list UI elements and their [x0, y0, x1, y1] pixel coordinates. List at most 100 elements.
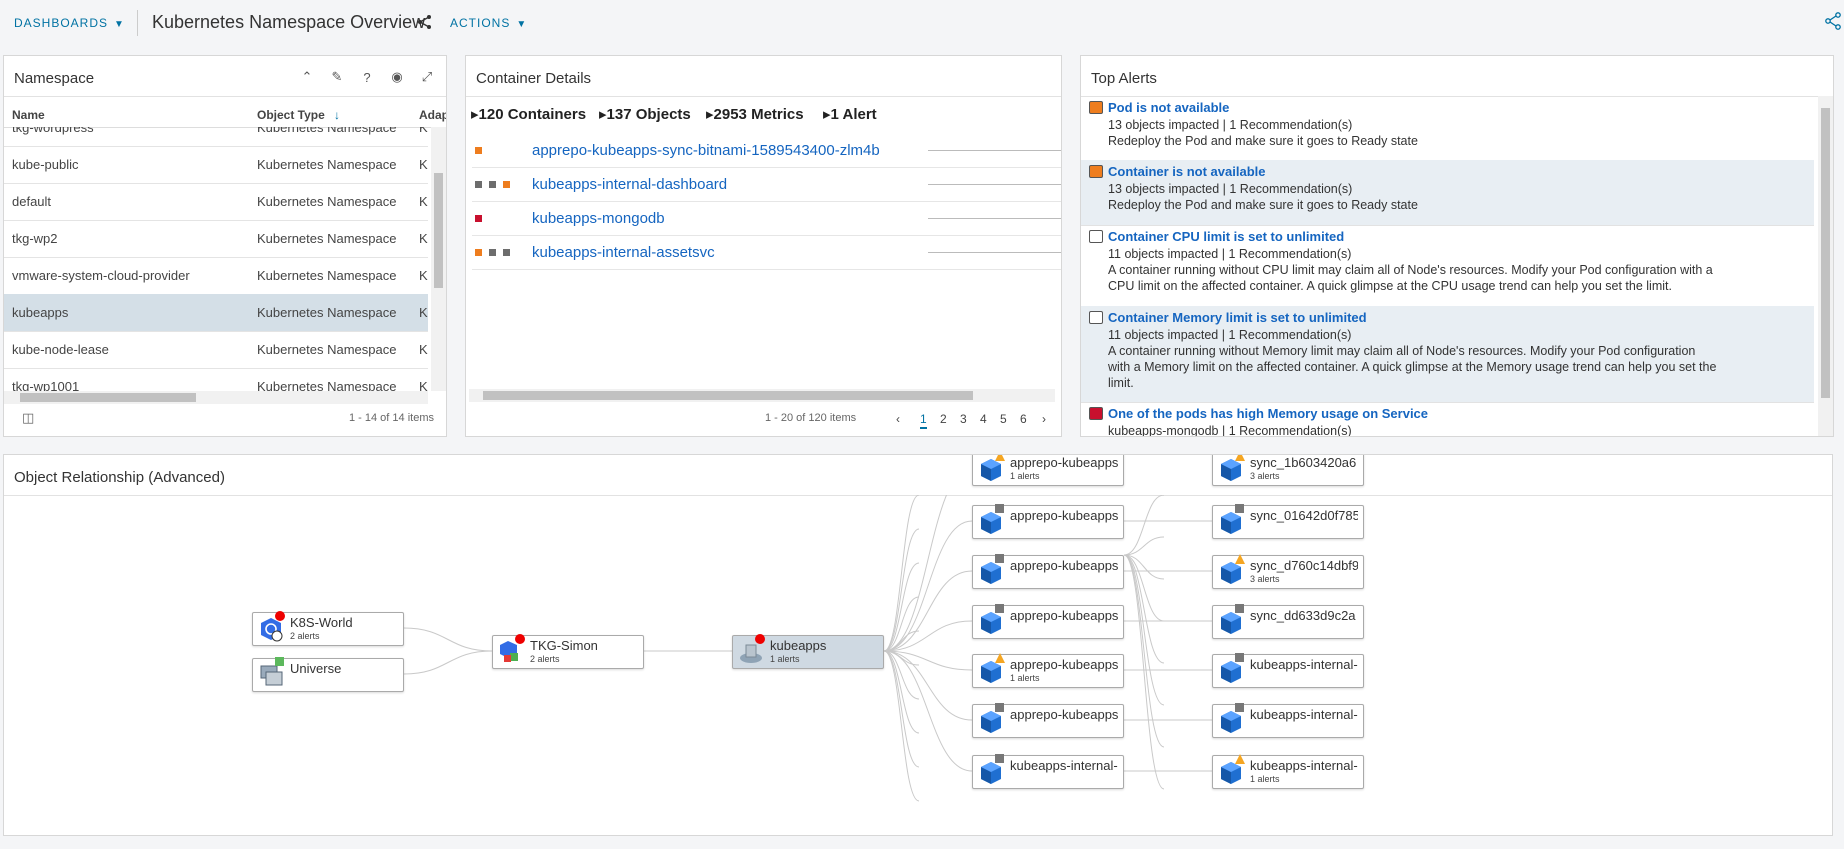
scrollbar-thumb[interactable] [1821, 108, 1830, 398]
container-name-link[interactable]: apprepo-kubeapps-sync-bitnami-1589543400… [532, 142, 880, 159]
maximize-icon[interactable]: ⤢ [416, 66, 438, 88]
graph-node[interactable]: kubeapps-internal- [1212, 653, 1364, 688]
alert-item[interactable]: Container is not available 13 objects imp… [1081, 160, 1814, 226]
node-name: sync_dd633d9c2a [1250, 608, 1356, 623]
prev-page-icon[interactable]: ‹ [896, 412, 900, 426]
container-row[interactable]: kubeapps-internal-dashboard [472, 168, 1061, 202]
table-row[interactable]: default Kubernetes Namespace K [4, 183, 428, 221]
alert-item[interactable]: Pod is not available 13 objects impacted … [1081, 96, 1814, 161]
alert-item[interactable]: One of the pods has high Memory usage on… [1081, 402, 1814, 436]
vertical-scrollbar[interactable] [1818, 96, 1833, 436]
row-object-type: Kubernetes Namespace [257, 342, 397, 357]
graph-node[interactable]: kubeapps-internal- 1 alerts [1212, 754, 1364, 789]
vertical-scrollbar[interactable] [431, 127, 446, 391]
page-1[interactable]: 1 [920, 412, 927, 429]
graph-node[interactable]: kubeapps-internal- [1212, 703, 1364, 738]
sparkline [928, 252, 1061, 253]
graph-node[interactable]: kubeapps 1 alerts [732, 634, 884, 669]
share-icon[interactable] [417, 14, 433, 30]
table-row[interactable]: tkg-wp2 Kubernetes Namespace K [4, 220, 428, 258]
graph-node[interactable]: Universe [252, 657, 404, 692]
edit-icon[interactable]: ✎ [326, 66, 348, 88]
table-row[interactable]: kubeapps Kubernetes Namespace K [4, 294, 428, 332]
status-square-icon [489, 249, 496, 256]
container-name-link[interactable]: kubeapps-mongodb [532, 210, 665, 227]
edge-line [883, 495, 920, 652]
eye-icon[interactable]: ◉ [386, 66, 408, 88]
chevron-down-icon: ▼ [114, 19, 125, 30]
container-row[interactable]: kubeapps-mongodb [472, 202, 1061, 236]
column-header-name[interactable]: Name [12, 108, 45, 122]
next-page-icon[interactable]: › [1042, 412, 1046, 426]
table-row[interactable]: vmware-system-cloud-provider Kubernetes N… [4, 257, 428, 295]
column-header-adapter[interactable]: Adap [419, 108, 446, 122]
scrollbar-thumb[interactable] [434, 173, 443, 288]
top-alerts-panel: Top Alerts Pod is not available 13 object… [1080, 55, 1834, 437]
page-3[interactable]: 3 [960, 412, 967, 426]
page-6[interactable]: 6 [1020, 412, 1027, 426]
table-row[interactable]: kube-node-lease Kubernetes Namespace K [4, 331, 428, 369]
graph-node[interactable]: sync_01642d0f785 [1212, 504, 1364, 539]
collapse-icon[interactable]: ⌃ [296, 66, 318, 88]
graph-node[interactable]: sync_1b603420a6 3 alerts [1212, 455, 1364, 486]
container-name-link[interactable]: kubeapps-internal-assetsvc [532, 244, 715, 261]
sparkline [928, 218, 1061, 219]
sort-arrow-icon[interactable]: ↓ [334, 108, 340, 122]
alert-title-link[interactable]: Container is not available [1108, 164, 1266, 179]
alert-detail: 13 objects impacted | 1 Recommendation(s… [1108, 118, 1353, 132]
status-badge-icon [275, 608, 285, 621]
summary-metrics[interactable]: ▸2953 Metrics [706, 105, 804, 123]
summary-alerts[interactable]: ▸1 Alert [823, 105, 877, 123]
node-alert-count: 3 alerts [1250, 574, 1280, 584]
graph-node[interactable]: apprepo-kubeapps 1 alerts [972, 653, 1124, 688]
container-name-link[interactable]: kubeapps-internal-dashboard [532, 176, 727, 193]
edge-line [883, 650, 920, 768]
graph-node[interactable]: TKG-Simon 2 alerts [492, 634, 644, 669]
chevron-down-icon: ▼ [516, 19, 528, 30]
alert-title-link[interactable]: Container Memory limit is set to unlimit… [1108, 310, 1367, 325]
page-2[interactable]: 2 [940, 412, 947, 426]
status-square-icon [503, 181, 510, 188]
help-icon[interactable]: ? [356, 66, 378, 88]
alert-detail: A container running without CPU limit ma… [1108, 263, 1713, 277]
column-header-object-type[interactable]: Object Type [257, 108, 325, 122]
graph-node[interactable]: K8S-World 2 alerts [252, 611, 404, 646]
graph-node[interactable]: sync_dd633d9c2a [1212, 604, 1364, 639]
table-row[interactable]: kube-public Kubernetes Namespace K [4, 146, 428, 184]
summary-containers[interactable]: ▸120 Containers [471, 105, 586, 123]
graph-node[interactable]: apprepo-kubeapps [972, 604, 1124, 639]
alert-item[interactable]: Container Memory limit is set to unlimit… [1081, 306, 1814, 403]
graph-node[interactable]: apprepo-kubeapps 1 alerts [972, 455, 1124, 486]
table-row[interactable]: tkg-wp1001 Kubernetes Namespace K [4, 368, 428, 393]
alert-title-link[interactable]: One of the pods has high Memory usage on… [1108, 406, 1428, 421]
node-alert-count: 1 alerts [1010, 673, 1040, 683]
column-toggle-icon[interactable]: ◫ [22, 410, 34, 426]
alerts-panel-title: Top Alerts [1091, 70, 1157, 87]
container-row[interactable]: kubeapps-internal-assetsvc [472, 236, 1061, 270]
share-dashboard-icon[interactable] [1824, 12, 1842, 30]
alert-item[interactable]: Container CPU limit is set to unlimited 1… [1081, 225, 1814, 307]
status-badge-icon [275, 654, 285, 666]
node-name: apprepo-kubeapps [1010, 657, 1118, 672]
node-name: kubeapps-internal- [1250, 657, 1358, 672]
status-badge-icon [1235, 700, 1245, 712]
actions-menu-button[interactable]: ACTIONS ▼ [450, 16, 527, 30]
row-name: kube-node-lease [12, 342, 109, 357]
alert-title-link[interactable]: Pod is not available [1108, 100, 1229, 115]
alert-title-link[interactable]: Container CPU limit is set to unlimited [1108, 229, 1344, 244]
table-row[interactable]: tkg-wordpress Kubernetes Namespace K [4, 127, 428, 147]
graph-node[interactable]: apprepo-kubeapps [972, 554, 1124, 589]
row-object-type: Kubernetes Namespace [257, 231, 397, 246]
graph-node[interactable]: kubeapps-internal- [972, 754, 1124, 789]
graph-node[interactable]: apprepo-kubeapps [972, 504, 1124, 539]
graph-node[interactable]: sync_d760c14dbf9 3 alerts [1212, 554, 1364, 589]
graph-node[interactable]: apprepo-kubeapps [972, 703, 1124, 738]
container-row[interactable]: apprepo-kubeapps-sync-bitnami-1589543400… [472, 134, 1061, 168]
scrollbar-thumb[interactable] [483, 391, 973, 400]
page-5[interactable]: 5 [1000, 412, 1007, 426]
sparkline [928, 184, 1061, 185]
summary-objects[interactable]: ▸137 Objects [599, 105, 691, 123]
page-4[interactable]: 4 [980, 412, 987, 426]
row-adapter: K [419, 268, 428, 283]
dashboards-menu-button[interactable]: DASHBOARDS ▼ [14, 16, 125, 30]
